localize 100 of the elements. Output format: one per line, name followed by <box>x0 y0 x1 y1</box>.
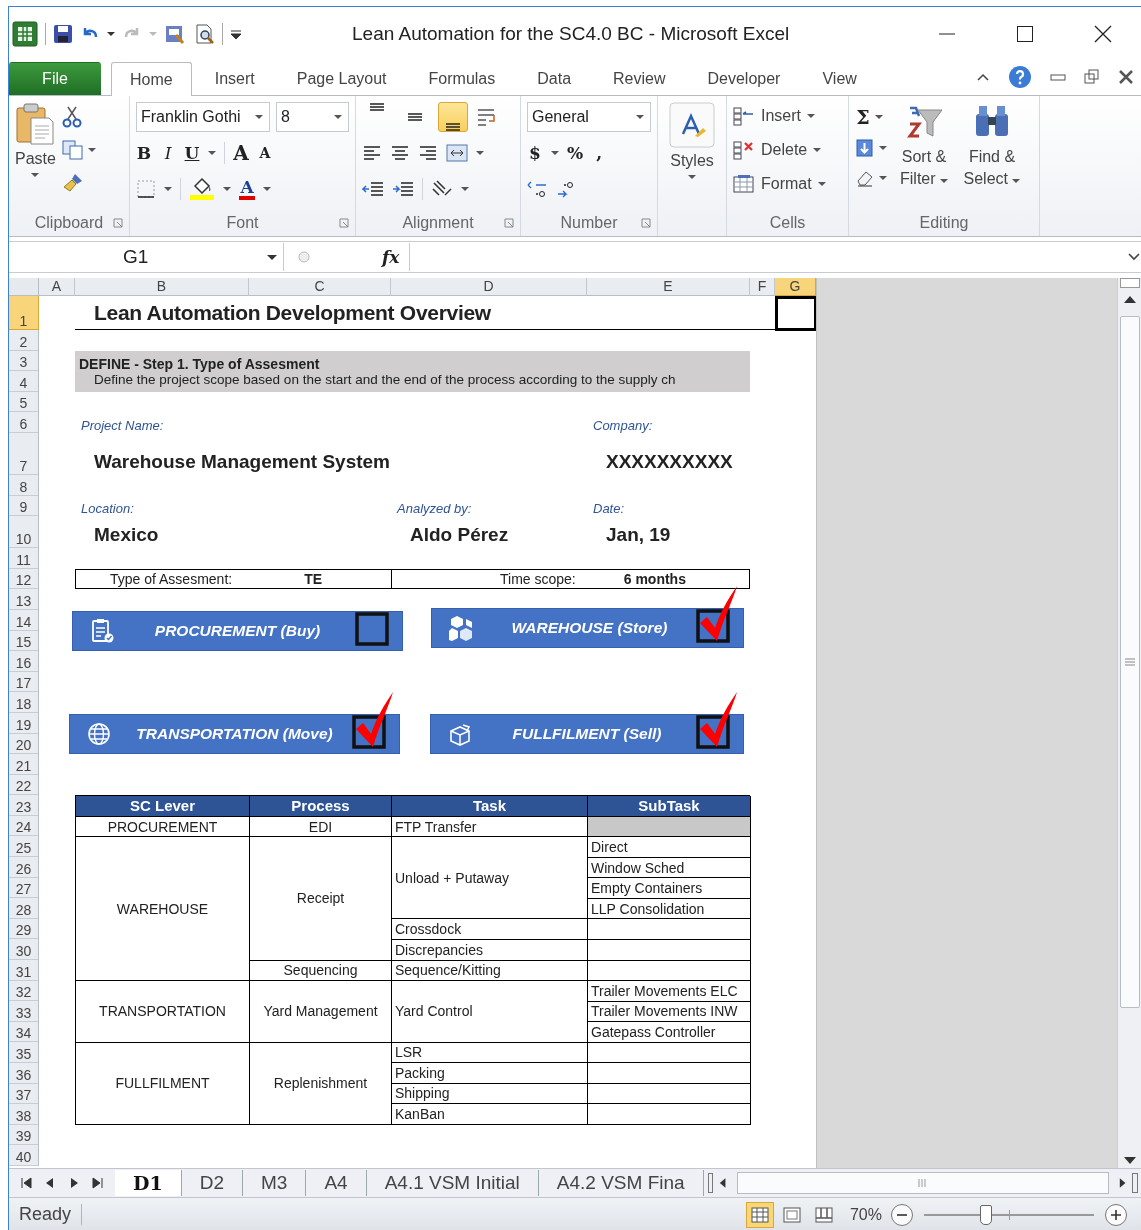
row-header[interactable]: 30 <box>9 939 39 961</box>
column-header[interactable]: F <box>750 278 775 296</box>
caret-icon[interactable] <box>263 186 271 192</box>
close-icon[interactable] <box>1094 25 1112 43</box>
find-select-button[interactable]: Find & Select <box>961 102 1023 210</box>
comma-button[interactable]: , <box>591 143 608 163</box>
caret-icon[interactable] <box>208 150 216 156</box>
row-header[interactable]: 13 <box>9 589 39 610</box>
fill-color-icon[interactable] <box>189 177 215 201</box>
row-header[interactable]: 3 <box>9 350 39 372</box>
normal-view-button[interactable] <box>745 1201 774 1228</box>
ribbon-tab[interactable]: Formulas <box>409 62 515 95</box>
first-sheet-icon[interactable] <box>19 1176 33 1190</box>
row-header[interactable]: 20 <box>9 733 39 755</box>
row-header[interactable]: 12 <box>9 568 39 590</box>
ribbon-tab[interactable]: Developer <box>688 62 800 95</box>
align-left-icon[interactable] <box>362 144 382 162</box>
row-header[interactable]: 7 <box>9 432 39 475</box>
split-handle[interactable] <box>1132 1173 1138 1193</box>
row-header[interactable]: 15 <box>9 630 39 652</box>
increase-indent-icon[interactable] <box>392 180 414 198</box>
print-icon[interactable] <box>164 23 186 45</box>
copy-icon[interactable] <box>61 140 84 160</box>
autosum-button[interactable]: Σ <box>855 106 871 128</box>
caret-icon[interactable] <box>164 186 172 192</box>
shrink-font-button[interactable]: A <box>257 145 273 161</box>
split-handle[interactable] <box>1120 278 1140 288</box>
spreadsheet-icon[interactable] <box>12 21 38 47</box>
customize-icon[interactable] <box>230 27 242 41</box>
ribbon-tab[interactable]: Page Layout <box>277 62 406 95</box>
zoom-out-icon[interactable] <box>890 1202 914 1227</box>
wrap-text-icon[interactable] <box>476 107 498 127</box>
fill-down-icon[interactable] <box>855 138 875 158</box>
merge-icon[interactable] <box>446 143 468 163</box>
sheet-tab[interactable]: D2 <box>181 1170 243 1196</box>
row-header[interactable]: 23 <box>9 795 39 816</box>
launcher-icon[interactable] <box>339 218 349 228</box>
column-header[interactable]: D <box>391 278 587 296</box>
launcher-icon[interactable] <box>641 218 651 228</box>
zoom-in-icon[interactable] <box>1104 1202 1128 1227</box>
border-icon[interactable] <box>136 179 156 199</box>
font-color-button[interactable]: A <box>239 178 255 200</box>
lever-button[interactable]: TRANSPORTATION (Move) <box>69 713 400 754</box>
sort-filter-button[interactable]: Sort & Filter <box>893 102 955 210</box>
paste-button[interactable]: Paste <box>15 102 56 210</box>
print-preview-icon[interactable] <box>193 23 215 45</box>
scissors-icon[interactable] <box>61 106 82 128</box>
row-header[interactable]: 2 <box>9 330 39 351</box>
row-header[interactable]: 34 <box>9 1021 39 1043</box>
maximize-icon[interactable] <box>1016 25 1034 43</box>
row-header[interactable]: 29 <box>9 918 39 940</box>
row-header[interactable]: 10 <box>9 516 39 549</box>
sheet-tab[interactable]: A4.2 VSM Fina <box>538 1170 704 1196</box>
name-box[interactable]: G1 <box>9 243 284 271</box>
split-handle[interactable] <box>707 1173 714 1193</box>
column-header[interactable]: E <box>587 278 750 296</box>
ribbon-tab[interactable]: View <box>803 62 876 95</box>
styles-button[interactable]: Styles <box>669 102 715 236</box>
row-header[interactable]: 37 <box>9 1083 39 1105</box>
row-header[interactable]: 24 <box>9 815 39 837</box>
help-icon[interactable] <box>1008 65 1032 89</box>
caret-icon[interactable] <box>223 186 231 192</box>
row-header[interactable]: 1 <box>9 296 39 330</box>
slider-thumb[interactable] <box>980 1204 993 1225</box>
align-right-icon[interactable] <box>418 144 438 162</box>
row-header[interactable]: 18 <box>9 692 39 713</box>
lever-button[interactable]: FULLFILMENT (Sell) <box>430 713 744 754</box>
font-name-dropdown[interactable]: Franklin Gothi <box>136 102 270 132</box>
caret-icon[interactable] <box>875 114 883 120</box>
row-header[interactable]: 28 <box>9 898 39 919</box>
sheet-tab[interactable]: D1 <box>115 1170 182 1196</box>
row-header[interactable]: 22 <box>9 774 39 796</box>
close-icon[interactable] <box>1118 69 1134 85</box>
row-header[interactable]: 27 <box>9 877 39 899</box>
row-header[interactable]: 5 <box>9 391 39 413</box>
scrollbar-thumb[interactable] <box>1120 316 1140 1008</box>
column-header[interactable]: A <box>39 278 75 296</box>
launcher-icon[interactable] <box>113 218 123 228</box>
sheet-tab[interactable]: A4 <box>306 1170 367 1196</box>
zoom-level[interactable]: 70% <box>837 1205 890 1224</box>
row-header[interactable]: 31 <box>9 960 39 981</box>
underline-button[interactable]: U <box>184 143 200 163</box>
decrease-indent-icon[interactable] <box>362 180 384 198</box>
row-header[interactable]: 9 <box>9 495 39 517</box>
caret-icon[interactable] <box>461 186 469 192</box>
column-header[interactable]: C <box>249 278 391 296</box>
column-header[interactable]: G <box>775 278 816 296</box>
brush-icon[interactable] <box>61 172 84 194</box>
row-header[interactable]: 17 <box>9 671 39 693</box>
ribbon-tab[interactable]: Review <box>594 62 685 95</box>
ribbon-tab[interactable]: Insert <box>195 62 274 95</box>
grow-font-button[interactable]: A <box>233 141 249 165</box>
caret-icon[interactable] <box>551 150 559 156</box>
caret-icon[interactable] <box>87 147 96 153</box>
caret-icon[interactable] <box>879 175 887 181</box>
row-header[interactable]: 8 <box>9 474 39 496</box>
row-header[interactable]: 11 <box>9 548 39 569</box>
sheet-tab[interactable]: M3 <box>243 1170 307 1196</box>
row-header[interactable]: 38 <box>9 1104 39 1125</box>
font-size-dropdown[interactable]: 8 <box>276 102 349 132</box>
